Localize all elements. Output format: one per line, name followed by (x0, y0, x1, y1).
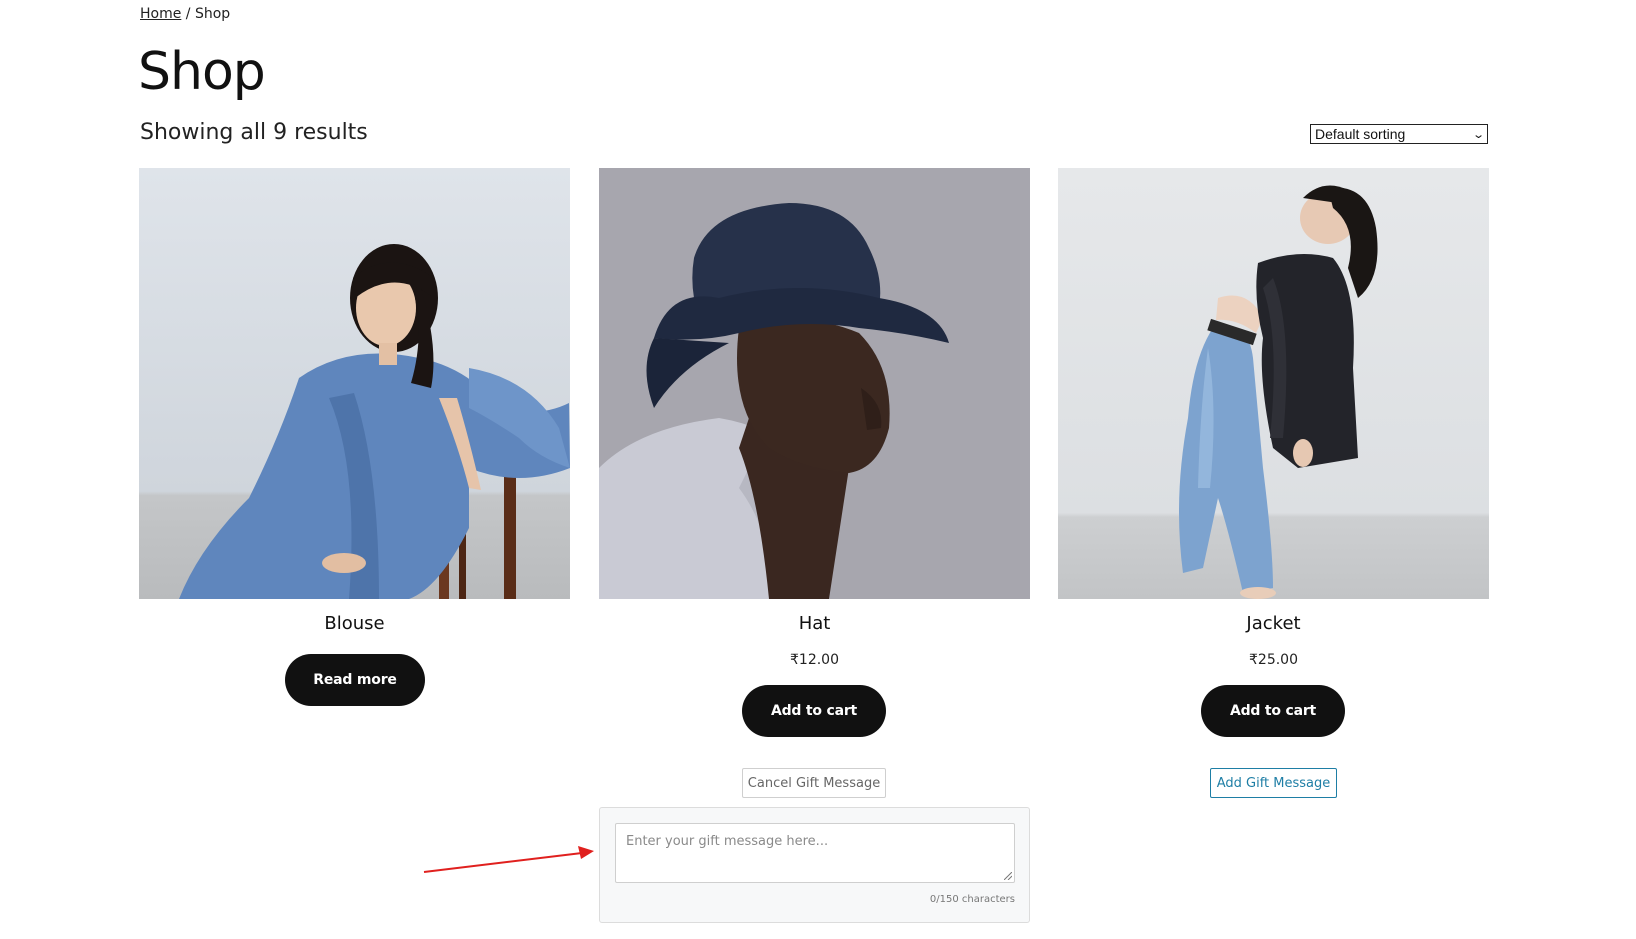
product-price-hat: ₹12.00 (790, 652, 839, 668)
sort-select-value: Default sorting (1315, 126, 1406, 142)
hat-photo-icon (599, 168, 1030, 599)
resize-grip-icon[interactable] (1004, 872, 1012, 880)
product-image-jacket[interactable] (1058, 168, 1489, 599)
add-to-cart-button-hat[interactable]: Add to cart (742, 685, 886, 737)
sort-select[interactable]: Default sorting ⌄ (1310, 124, 1488, 144)
page-title: Shop (138, 42, 266, 102)
add-to-cart-button-jacket[interactable]: Add to cart (1201, 685, 1345, 737)
gift-message-textarea[interactable]: Enter your gift message here... (615, 823, 1015, 883)
annotation-arrow-icon (423, 846, 594, 873)
jacket-photo-icon (1058, 168, 1489, 599)
breadcrumb-separator: / (185, 6, 191, 22)
product-name-jacket[interactable]: Jacket (1058, 610, 1489, 638)
product-name-hat[interactable]: Hat (599, 610, 1030, 638)
breadcrumb: Home / Shop (140, 6, 230, 22)
product-image-hat[interactable] (599, 168, 1030, 599)
add-gift-message-button[interactable]: Add Gift Message (1210, 768, 1337, 798)
product-image-blouse[interactable] (139, 168, 570, 599)
read-more-button[interactable]: Read more (285, 654, 425, 706)
result-count: Showing all 9 results (140, 120, 368, 145)
breadcrumb-current: Shop (194, 6, 231, 22)
product-name-blouse[interactable]: Blouse (139, 610, 570, 638)
cancel-gift-message-button[interactable]: Cancel Gift Message (742, 768, 886, 798)
blouse-photo-icon (139, 168, 570, 599)
breadcrumb-home-link[interactable]: Home (140, 6, 181, 22)
gift-message-placeholder: Enter your gift message here... (626, 834, 829, 849)
chevron-down-icon: ⌄ (1471, 128, 1485, 141)
product-price-jacket: ₹25.00 (1249, 652, 1298, 668)
gift-message-char-count: 0/150 characters (929, 894, 1015, 905)
